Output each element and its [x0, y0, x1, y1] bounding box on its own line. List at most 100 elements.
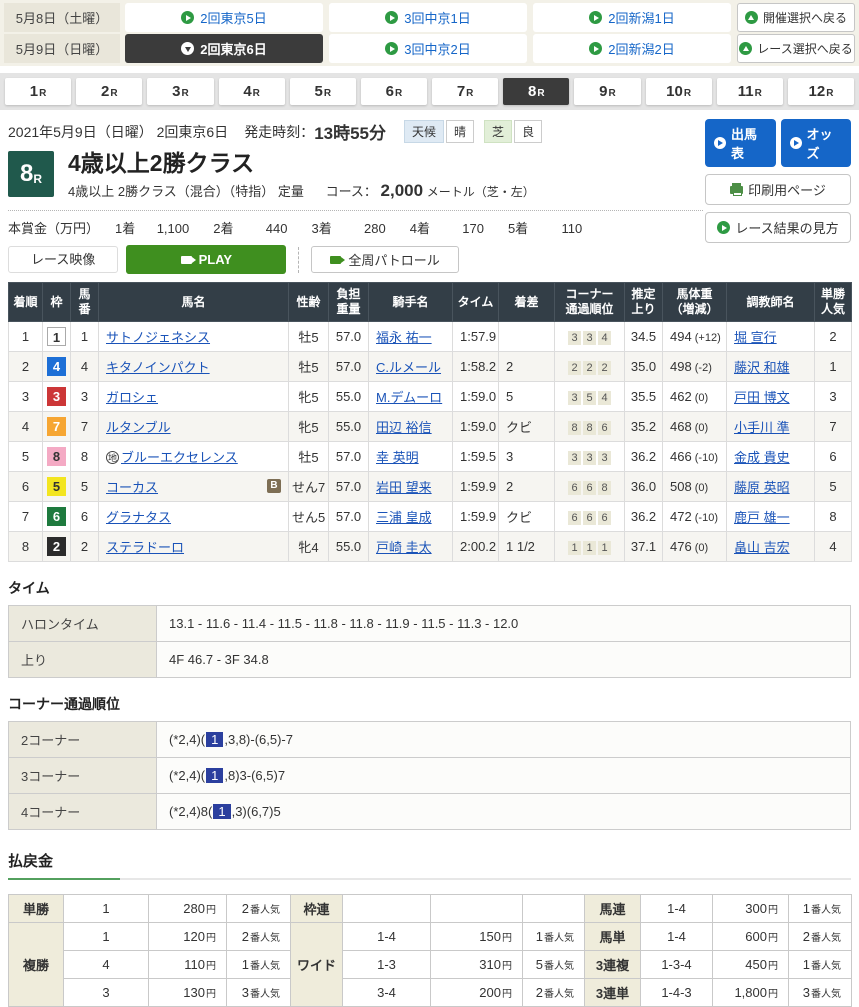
trainer-link[interactable]: 藤沢 和雄: [734, 360, 790, 375]
entry-table-button[interactable]: 出馬表: [705, 119, 776, 167]
weight-carried: 55.0: [329, 532, 369, 562]
body-weight-diff: (0): [692, 542, 709, 554]
win-popularity: 2: [815, 322, 852, 352]
finish-position: 3: [9, 382, 43, 412]
race-day-link[interactable]: 3回中京2日: [329, 34, 527, 63]
race-day-link[interactable]: 2回新潟2日: [533, 34, 731, 63]
race-tab-5r[interactable]: 5R: [290, 78, 356, 105]
horse-name-link[interactable]: ステラドーロ: [106, 540, 184, 555]
back-button[interactable]: 開催選択へ戻る: [737, 3, 855, 32]
race-tab-8r[interactable]: 8R: [503, 78, 569, 105]
race-tab-4r[interactable]: 4R: [219, 78, 285, 105]
race-tab-3r[interactable]: 3R: [147, 78, 213, 105]
frame-badge: 6: [47, 507, 66, 526]
prize-amount: 110: [536, 221, 582, 236]
race-day-link[interactable]: 3回中京1日: [329, 3, 527, 32]
yen-unit: 円: [502, 933, 512, 944]
jockey-link[interactable]: M.デムーロ: [376, 390, 442, 405]
corner-position: 6: [583, 481, 596, 495]
horse-name-link[interactable]: ルタンブル: [106, 420, 171, 435]
horse-name-link[interactable]: キタノインパクト: [106, 360, 210, 375]
frame-cell: 2: [43, 532, 71, 562]
race-tab-6r[interactable]: 6R: [361, 78, 427, 105]
race-tab-7r[interactable]: 7R: [432, 78, 498, 105]
column-header: 枠: [43, 283, 71, 322]
race-tab-10r[interactable]: 10R: [646, 78, 712, 105]
payout-popularity: 2番人気: [227, 923, 291, 951]
race-day-link[interactable]: 2回新潟1日: [533, 3, 731, 32]
jockey-link[interactable]: 岩田 望来: [376, 480, 432, 495]
trainer-link[interactable]: 畠山 吉宏: [734, 540, 790, 555]
corner-positions: 354: [555, 382, 625, 412]
race-tab-bar: 1R2R3R4R5R6R7R8R9R10R11R12R: [0, 73, 859, 110]
sex-age: 牡5: [289, 322, 329, 352]
race-tab-9r[interactable]: 9R: [574, 78, 640, 105]
jockey-link[interactable]: C.ルメール: [376, 360, 441, 375]
body-weight-diff: (-10): [692, 452, 718, 464]
trainer-link[interactable]: 藤原 英昭: [734, 480, 790, 495]
weight-carried: 57.0: [329, 502, 369, 532]
chevron-right-icon: [385, 11, 398, 24]
print-page-button[interactable]: 印刷用ページ: [705, 174, 851, 205]
race-day-link[interactable]: 2回東京5日: [125, 3, 323, 32]
body-weight: 498 (-2): [663, 352, 727, 382]
prize-place: 3着: [311, 221, 331, 236]
horse-name-cell: コーカスB: [99, 472, 289, 502]
halon-time-row: ハロンタイム 13.1 - 11.6 - 11.4 - 11.5 - 11.8 …: [9, 606, 851, 642]
bet-combination: 3-4: [343, 979, 431, 1007]
jockey-link[interactable]: 福永 祐一: [376, 330, 432, 345]
race-tab-number: 10: [666, 83, 683, 100]
horse-name-link[interactable]: グラナタス: [106, 510, 171, 525]
horse-name-link[interactable]: ガロシェ: [106, 390, 158, 405]
jockey-link[interactable]: 幸 英明: [376, 450, 419, 465]
yen-unit: 円: [502, 989, 512, 1000]
back-button-label: 開催選択へ戻る: [763, 9, 847, 26]
yen-unit: 円: [768, 961, 778, 972]
result-guide-button[interactable]: レース結果の見方: [705, 212, 851, 243]
body-weight: 462 (0): [663, 382, 727, 412]
finish-time: 1:59.0: [453, 412, 499, 442]
video-camera-icon: [181, 256, 192, 264]
race-video-button[interactable]: レース映像: [8, 246, 118, 273]
race-tab-1r[interactable]: 1R: [5, 78, 71, 105]
play-button[interactable]: PLAY: [126, 245, 286, 274]
corner-position: 2: [598, 361, 611, 375]
corner-position: 8: [568, 421, 581, 435]
horse-name-cell: 地ブルーエクセレンス: [99, 442, 289, 472]
odds-button[interactable]: オッズ: [781, 119, 852, 167]
popularity-unit: 番人気: [811, 905, 841, 916]
prize-place: 2着: [213, 221, 233, 236]
horse-number: 7: [71, 412, 99, 442]
back-button[interactable]: レース選択へ戻る: [737, 34, 855, 63]
jockey-link[interactable]: 田辺 裕信: [376, 420, 432, 435]
race-tab-12r[interactable]: 12R: [788, 78, 854, 105]
winner-highlight: 1: [206, 732, 223, 747]
jockey-link[interactable]: 戸崎 圭太: [376, 540, 432, 555]
horse-name-link[interactable]: コーカス: [106, 480, 158, 495]
body-weight: 468 (0): [663, 412, 727, 442]
trainer-link[interactable]: 小手川 準: [734, 420, 790, 435]
trainer-link[interactable]: 堀 宣行: [734, 330, 777, 345]
patrol-video-button[interactable]: 全周パトロール: [311, 246, 458, 273]
video-camera-icon: [330, 256, 341, 264]
corner-order-value: (*2,4)(1,8)3-(6,5)7: [157, 758, 851, 794]
bet-combination: 1: [64, 895, 149, 923]
trainer-link[interactable]: 戸田 博文: [734, 390, 790, 405]
jockey-link[interactable]: 三浦 皇成: [376, 510, 432, 525]
horse-name-link[interactable]: ブルーエクセレンス: [121, 450, 238, 465]
trainer-link[interactable]: 金成 貴史: [734, 450, 790, 465]
prize-amount: 170: [438, 221, 484, 236]
time-table: ハロンタイム 13.1 - 11.6 - 11.4 - 11.5 - 11.8 …: [8, 605, 851, 678]
win-popularity: 5: [815, 472, 852, 502]
jockey-cell: 幸 英明: [369, 442, 453, 472]
winner-highlight: 1: [206, 768, 223, 783]
race-tab-11r[interactable]: 11R: [717, 78, 783, 105]
race-day-link[interactable]: 2回東京6日: [125, 34, 323, 63]
corner-position: 1: [568, 541, 581, 555]
trainer-link[interactable]: 鹿戸 雄一: [734, 510, 790, 525]
race-conditions: 4歳以上 2勝クラス（混合）（特指） 定量 コース： 2,000 メートル（芝・…: [68, 181, 535, 201]
race-tab-2r[interactable]: 2R: [76, 78, 142, 105]
margin: クビ: [499, 502, 555, 532]
horse-name-link[interactable]: サトノジェネシス: [106, 330, 210, 345]
last-3f: 36.0: [625, 472, 663, 502]
